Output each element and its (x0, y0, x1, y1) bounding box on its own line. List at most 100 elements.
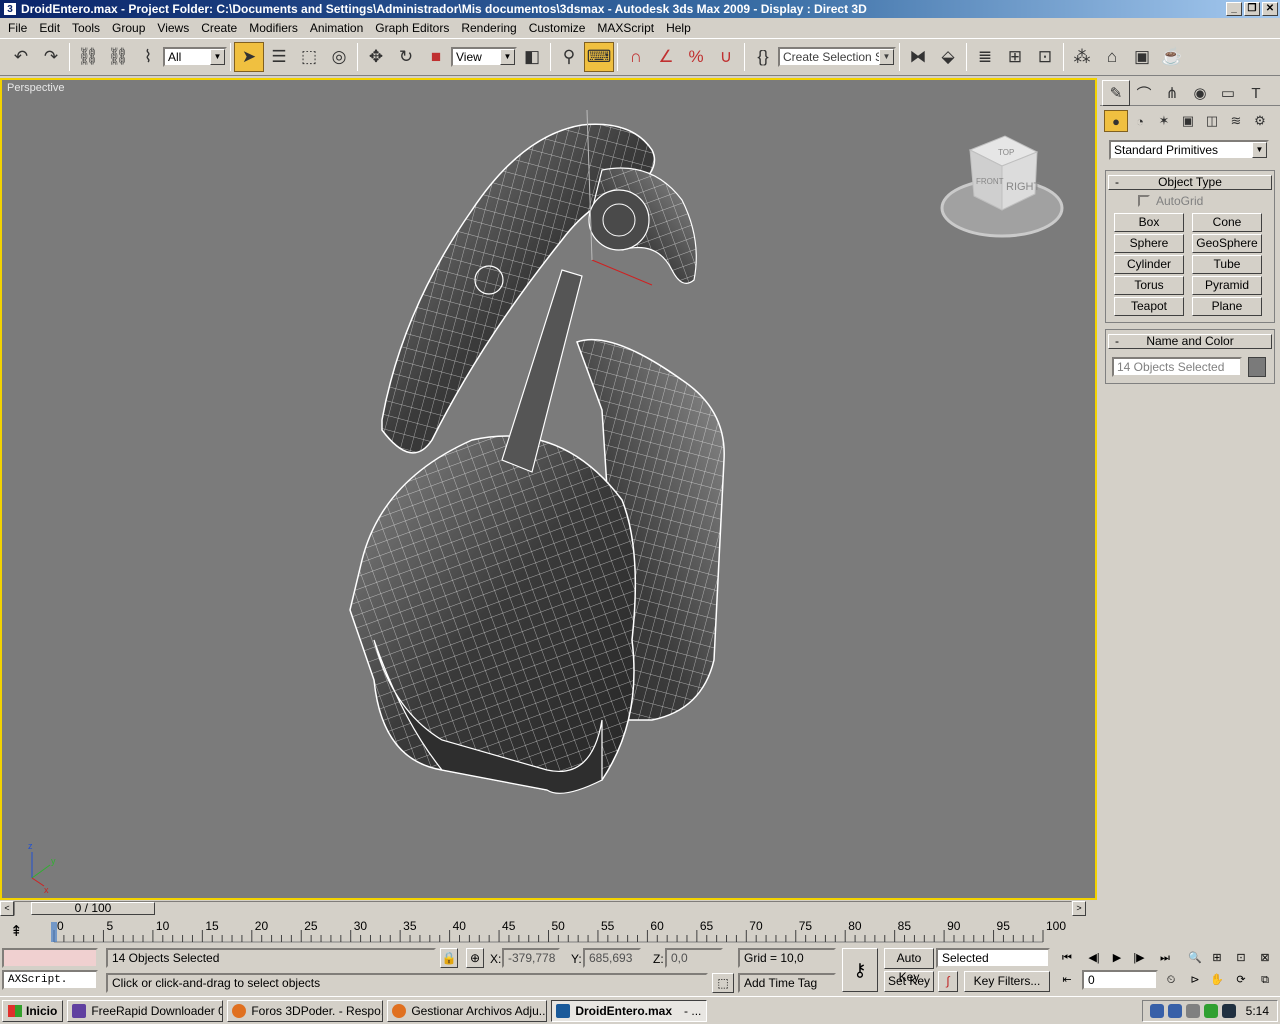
close-button[interactable]: ✕ (1262, 2, 1278, 16)
track-bar[interactable]: 0 5 10 15 20 25 30 35 40 45 50 55 60 65 70 75 80 85 90 95 10… (0, 918, 1100, 944)
menu-graph-editors[interactable]: Graph Editors (369, 18, 455, 38)
mirror-icon[interactable]: ⧓ (903, 42, 933, 72)
box-button[interactable]: Box (1114, 213, 1184, 232)
pyramid-button[interactable]: Pyramid (1192, 276, 1262, 295)
zoom-extents-all-icon[interactable]: ⊠ (1254, 948, 1276, 968)
perspective-viewport[interactable]: Perspective TOP FRONT RIGHT z y x (0, 78, 1097, 900)
primitive-category-select[interactable]: Standard Primitives ▼ (1109, 140, 1269, 160)
next-frame-icon[interactable]: |▶ (1128, 948, 1150, 968)
selection-filter-select[interactable]: All ▼ (163, 47, 227, 67)
zoom-icon[interactable]: 🔍 (1184, 948, 1206, 968)
default-in-out-tangent-icon[interactable]: ∫ (938, 971, 958, 992)
curve-editor-icon[interactable]: ⊞ (1000, 42, 1030, 72)
name-and-color-header[interactable]: - Name and Color (1108, 334, 1272, 349)
previous-frame-icon[interactable]: ◀| (1083, 948, 1105, 968)
menu-group[interactable]: Group (106, 18, 151, 38)
play-icon[interactable]: ▶ (1106, 948, 1128, 968)
key-mode-toggle-icon[interactable]: ⇤ (1056, 970, 1078, 990)
antivirus-icon[interactable] (1221, 1004, 1236, 1018)
edit-named-selection-icon[interactable]: {} (748, 42, 778, 72)
menu-rendering[interactable]: Rendering (455, 18, 522, 38)
time-tag-icon[interactable]: ⬚ (712, 973, 734, 993)
taskbar-item-gestionar[interactable]: Gestionar Archivos Adju... (387, 999, 548, 1022)
select-and-manipulate-icon[interactable]: ⚲ (554, 42, 584, 72)
window-crossing-icon[interactable]: ◎ (324, 42, 354, 72)
maximize-button[interactable]: ❐ (1244, 2, 1260, 16)
key-mode-select[interactable]: Selected (936, 948, 1050, 968)
go-to-end-icon[interactable]: ⏭ (1154, 948, 1176, 968)
menu-file[interactable]: File (2, 18, 33, 38)
teapot-button[interactable]: Teapot (1114, 297, 1184, 316)
y-coordinate-field[interactable]: 685,693 (583, 948, 641, 968)
add-time-tag-field[interactable]: Add Time Tag (738, 973, 836, 993)
start-button[interactable]: Inicio (2, 999, 64, 1022)
helpers-icon[interactable]: ◫ (1200, 110, 1224, 132)
key-filters-button[interactable]: Key Filters... (964, 971, 1050, 992)
cameras-icon[interactable]: ▣ (1176, 110, 1200, 132)
z-coordinate-field[interactable]: 0,0 (665, 948, 723, 968)
object-name-field[interactable]: 14 Objects Selected (1112, 357, 1242, 377)
snaps-toggle-icon[interactable]: ∩ (621, 42, 651, 72)
select-and-move-icon[interactable]: ✥ (361, 42, 391, 72)
hierarchy-tab-icon[interactable]: ⋔ (1158, 80, 1186, 106)
menu-modifiers[interactable]: Modifiers (243, 18, 304, 38)
pivot-center-icon[interactable]: ◧ (517, 42, 547, 72)
plane-button[interactable]: Plane (1192, 297, 1262, 316)
taskbar-item-droidentero[interactable]: DroidEntero.max - ... (551, 999, 708, 1022)
maxscript-mini-listener[interactable]: AXScript. (2, 970, 98, 990)
absolute-mode-transform-icon[interactable]: ⊕ (466, 948, 484, 968)
orbit-icon[interactable]: ⟳ (1230, 970, 1252, 990)
menu-edit[interactable]: Edit (33, 18, 66, 38)
material-editor-icon[interactable]: ⁂ (1067, 42, 1097, 72)
speaker-icon[interactable] (1185, 1004, 1200, 1018)
select-and-rotate-icon[interactable]: ↻ (391, 42, 421, 72)
sphere-button[interactable]: Sphere (1114, 234, 1184, 253)
time-slider-prev-button[interactable]: < (0, 900, 14, 916)
spinner-snap-icon[interactable]: ∪ (711, 42, 741, 72)
track-bar-ruler[interactable]: 0 5 10 15 20 25 30 35 40 45 50 55 60 65 70 75 80 85 90 95 10… (0, 918, 1100, 944)
time-slider-next-button[interactable]: > (1072, 900, 1086, 916)
render-setup-icon[interactable]: ⌂ (1097, 42, 1127, 72)
select-object-icon[interactable]: ➤ (234, 42, 264, 72)
layer-manager-icon[interactable]: ≣ (970, 42, 1000, 72)
time-configuration-icon[interactable]: ⏲ (1160, 970, 1182, 990)
select-and-scale-icon[interactable]: ■ (421, 42, 451, 72)
display-tab-icon[interactable]: ▭ (1214, 80, 1242, 106)
maximize-viewport-icon[interactable]: ⧉ (1254, 970, 1276, 990)
x-coordinate-field[interactable]: -379,778 (502, 948, 560, 968)
network-icon[interactable] (1149, 1004, 1164, 1018)
space-warps-icon[interactable]: ≋ (1224, 110, 1248, 132)
unlink-selection-icon[interactable]: ⛓ (103, 42, 133, 72)
3ds-max-icon[interactable]: 3 (3, 2, 17, 16)
current-frame-marker[interactable] (51, 922, 57, 942)
percent-snap-icon[interactable]: % (681, 42, 711, 72)
set-key-icon[interactable]: ⚷ (842, 948, 878, 992)
autogrid-checkbox[interactable]: AutoGrid (1138, 194, 1274, 208)
select-by-name-icon[interactable]: ☰ (264, 42, 294, 72)
menu-customize[interactable]: Customize (523, 18, 592, 38)
current-frame-field[interactable]: 0 (1082, 970, 1158, 990)
systems-icon[interactable]: ⚙ (1248, 110, 1272, 132)
auto-key-button[interactable]: Auto Key (884, 948, 934, 984)
selection-lock-icon[interactable]: 🔒 (440, 948, 458, 968)
rendered-frame-window-icon[interactable]: ▣ (1127, 42, 1157, 72)
geometry-icon[interactable]: ● (1104, 110, 1128, 132)
lights-icon[interactable]: ✶ (1152, 110, 1176, 132)
messenger-icon[interactable] (1203, 1004, 1218, 1018)
droid-wireframe-model[interactable]: TOP FRONT RIGHT z y x (2, 80, 1095, 898)
geosphere-button[interactable]: GeoSphere (1192, 234, 1262, 253)
modify-tab-icon[interactable]: ⌒ (1130, 80, 1158, 106)
taskbar-item-freerapid[interactable]: FreeRapid Downloader 0... (67, 999, 224, 1022)
maxscript-mini-listener-pink[interactable] (2, 948, 98, 968)
time-slider-thumb[interactable]: 0 / 100 (31, 901, 155, 915)
reference-coordinate-select[interactable]: View ▼ (451, 47, 517, 67)
bind-to-space-warp-icon[interactable]: ⌇ (133, 42, 163, 72)
named-selection-input[interactable]: Create Selection Set ▼ (778, 47, 896, 67)
menu-create[interactable]: Create (195, 18, 243, 38)
select-and-link-icon[interactable]: ⛓ (73, 42, 103, 72)
rectangular-selection-icon[interactable]: ⬚ (294, 42, 324, 72)
align-icon[interactable]: ⬙ (933, 42, 963, 72)
utilities-tab-icon[interactable]: T (1242, 80, 1270, 106)
tube-button[interactable]: Tube (1192, 255, 1262, 274)
menu-views[interactable]: Views (151, 18, 195, 38)
